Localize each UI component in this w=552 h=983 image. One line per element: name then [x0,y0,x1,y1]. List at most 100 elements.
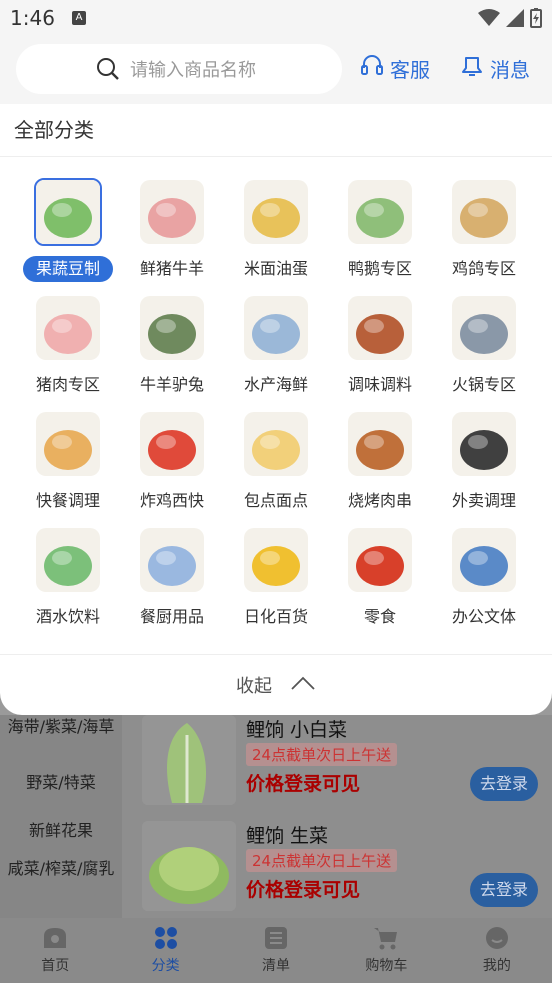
customer-service-label: 客服 [390,58,430,82]
category-label: 包点面点 [243,491,308,510]
category-item[interactable]: 米面油蛋 [224,180,328,282]
subcategory-item[interactable]: 咸菜/榨菜/腐乳 [0,857,122,881]
category-item[interactable]: 办公文体 [432,528,536,630]
message-icon [460,54,484,83]
category-item[interactable]: 炸鸡西快 [120,412,224,514]
subcategory-item[interactable]: 海带/紫菜/海草 [0,715,122,739]
category-item[interactable]: 包点面点 [224,412,328,514]
category-label: 水产海鲜 [243,375,308,394]
tab-profile[interactable]: 我的 [442,918,552,983]
collapse-button[interactable]: 收起 [0,654,552,715]
category-label: 果蔬豆制 [23,256,113,282]
tab-label: 我的 [482,958,511,974]
category-item[interactable]: 快餐调理 [16,412,120,514]
product-item[interactable]: 鲤饷 生菜 24点截单次日上午送 价格登录可见 去登录 [142,821,552,917]
subcategory-item[interactable]: 野菜/特菜 [0,771,122,795]
headset-icon [360,54,384,83]
category-item[interactable]: 果蔬豆制 [16,178,120,282]
login-button[interactable]: 去登录 [470,767,538,801]
category-item[interactable]: 火锅专区 [432,296,536,398]
hotpot-icon [452,296,516,360]
category-item[interactable]: 零食 [328,528,432,630]
product-price: 价格登录可见 [246,879,361,901]
tableware-icon [140,528,204,592]
sauce-icon [348,296,412,360]
fastfood-icon [36,412,100,476]
oil-egg-icon [244,180,308,244]
meat-icon [140,180,204,244]
subcategory-item[interactable]: 新鲜花果 [0,819,122,843]
office-icon [452,528,516,592]
seafood-icon [244,296,308,360]
cow-icon [140,296,204,360]
tab-label: 清单 [262,958,291,974]
category-label: 餐厨用品 [139,607,204,626]
category-label: 米面油蛋 [243,259,308,278]
bento-icon [452,412,516,476]
category-list-background: 海带/紫菜/海草 野菜/特菜 新鲜花果 咸菜/榨菜/腐乳 鲤饷 小白菜 24点截… [0,715,552,918]
category-panel: 全部分类 果蔬豆制 鲜猪牛羊 米面油蛋 鸭鹅专区 鸡鸽专区猪肉专区 牛羊驴兔 水产海鲜 调味调… [0,104,552,715]
category-item[interactable]: 鲜猪牛羊 [120,180,224,282]
delivery-tag: 24点截单次日上午送 [246,743,398,766]
bbq-icon [348,412,412,476]
login-button[interactable]: 去登录 [470,873,538,907]
product-item[interactable]: 鲤饷 小白菜 24点截单次日上午送 价格登录可见 去登录 [142,715,552,811]
panel-title: 全部分类 [0,104,552,157]
product-price: 价格登录可见 [246,773,361,795]
category-label: 鸭鹅专区 [347,259,412,278]
tab-home[interactable]: 首页 [0,918,110,983]
wifi-icon [478,9,500,31]
tab-list[interactable]: 清单 [221,918,331,983]
category-label: 办公文体 [451,607,516,626]
customer-service-button[interactable]: 客服 [360,54,430,83]
category-item[interactable]: 猪肉专区 [16,296,120,398]
category-item[interactable]: 日化百货 [224,528,328,630]
pig-icon [36,296,100,360]
category-item[interactable]: 鸡鸽专区 [432,180,536,282]
category-item[interactable]: 水产海鲜 [224,296,328,398]
category-icon [153,926,179,950]
goose-icon [348,180,412,244]
category-item[interactable]: 烧烤肉串 [328,412,432,514]
cart-icon [373,926,399,950]
product-list: 鲤饷 小白菜 24点截单次日上午送 价格登录可见 去登录 鲤饷 生菜 24点截单… [122,715,552,918]
category-item[interactable]: 鸭鹅专区 [328,180,432,282]
category-item[interactable]: 调味调料 [328,296,432,398]
top-header: 请输入商品名称 客服 消息 [0,38,552,104]
tab-cart[interactable]: 购物车 [331,918,441,983]
category-item[interactable]: 餐厨用品 [120,528,224,630]
chevron-up-icon [290,675,316,696]
list-icon [263,926,289,950]
search-input[interactable]: 请输入商品名称 [16,44,342,94]
category-label: 外卖调理 [451,491,516,510]
category-label: 火锅专区 [451,375,516,394]
drinks-icon [36,528,100,592]
category-label: 鲜猪牛羊 [139,259,204,278]
product-name: 鲤饷 生菜 [246,825,329,847]
delivery-tag: 24点截单次日上午送 [246,849,398,872]
category-item[interactable]: 酒水饮料 [16,528,120,630]
chicken-icon [452,180,516,244]
detergent-icon [244,528,308,592]
burger-icon [140,412,204,476]
category-label: 牛羊驴兔 [139,375,204,394]
category-label: 快餐调理 [35,491,100,510]
search-placeholder: 请输入商品名称 [130,60,256,81]
tab-label: 首页 [41,958,70,974]
message-label: 消息 [490,58,530,82]
tab-category[interactable]: 分类 [110,918,220,983]
category-label: 零食 [363,607,396,626]
tab-label: 分类 [151,958,180,974]
category-item[interactable]: 外卖调理 [432,412,536,514]
collapse-label: 收起 [236,676,272,697]
bottom-tab-bar: 首页 分类 清单 购物车 我的 [0,918,552,983]
product-image [142,715,236,805]
search-icon [96,57,120,85]
product-image [142,821,236,911]
message-button[interactable]: 消息 [460,54,530,83]
vegetables-icon [34,178,102,246]
status-icons [478,8,542,32]
category-label: 日化百货 [243,607,308,626]
home-icon [42,926,68,950]
category-item[interactable]: 牛羊驴兔 [120,296,224,398]
